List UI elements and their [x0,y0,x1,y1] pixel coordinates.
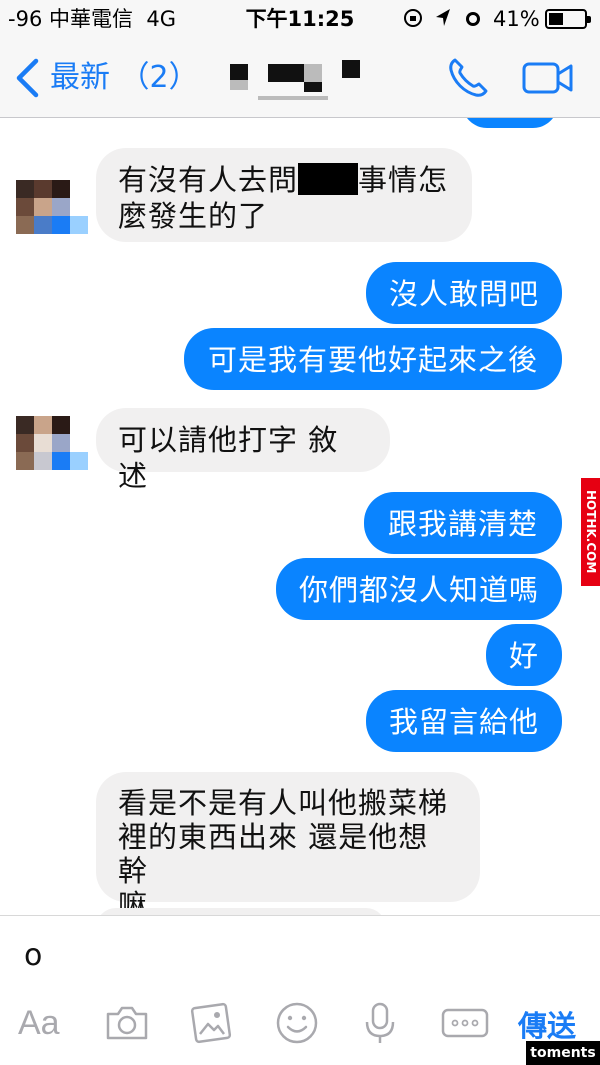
contact-name-redacted[interactable] [228,50,368,102]
watermark-bottom: toments [526,1041,600,1065]
message-bubble-incoming: 有沒有人去問 事情怎 麼發生的了 [96,148,472,242]
message-thread[interactable]: 有沒有人去問 事情怎 麼發生的了 沒人敢問吧 可是我有要他好起來之後 可以請他打字… [0,118,600,915]
battery-percent: 41% [493,7,540,31]
emoji-icon[interactable] [274,1000,320,1046]
message-text: 有沒有人去問 [118,163,299,197]
watermark-side: HOTHK.COM [581,478,600,586]
avatar [16,180,88,236]
status-icons [402,6,483,32]
message-bubble-incoming: 可以請他打字 敘述 [96,408,390,493]
text-format-icon[interactable]: Aa [18,1000,60,1046]
location-arrow-icon [436,9,451,26]
more-icon[interactable] [440,1000,490,1046]
message-bubble-outgoing: 沒人敢問吧 [366,262,562,324]
message-text: 事情怎 [358,163,449,197]
alarm-icon [465,12,480,26]
message-bubble-outgoing: 我留言給他 [366,690,562,752]
message-text: 看是不是有人叫他搬菜梯 [118,786,449,820]
camera-icon[interactable] [104,1000,150,1046]
message-text: 裡的東西出來 還是他想幹 [118,820,429,888]
send-button[interactable]: 傳送 [518,1006,576,1046]
battery-icon [545,9,591,29]
message-text: 麼發生的了 [118,199,269,233]
back-button[interactable]: 最新 （2） [50,58,199,98]
compose-area: o Aa 傳送 [0,915,600,1065]
status-bar: -96 中華電信 4G 下午11:25 41% [0,0,600,36]
message-bubble-outgoing: 可是我有要他好起來之後 [184,328,562,390]
nav-bar: 最新 （2） [0,36,600,118]
call-icon[interactable] [446,56,490,100]
message-bubble-outgoing: 好 [486,624,562,686]
message-bubble-outgoing: 你們都沒人知道嗎 [276,558,562,620]
message-bubble-partial [462,118,558,128]
microphone-icon[interactable] [360,1000,400,1046]
rotation-lock-icon [404,9,422,27]
video-call-icon[interactable] [522,60,574,96]
redacted-block [298,163,359,195]
message-bubble-outgoing: 跟我講清楚 [364,492,562,554]
message-bubble-partial [96,908,386,915]
message-bubble-incoming: 看是不是有人叫他搬菜梯 裡的東西出來 還是他想幹 嘛 [96,772,480,915]
back-chevron-icon[interactable] [14,58,40,98]
avatar [16,416,88,472]
message-input[interactable]: o [24,936,42,976]
photo-icon[interactable] [188,1000,234,1046]
